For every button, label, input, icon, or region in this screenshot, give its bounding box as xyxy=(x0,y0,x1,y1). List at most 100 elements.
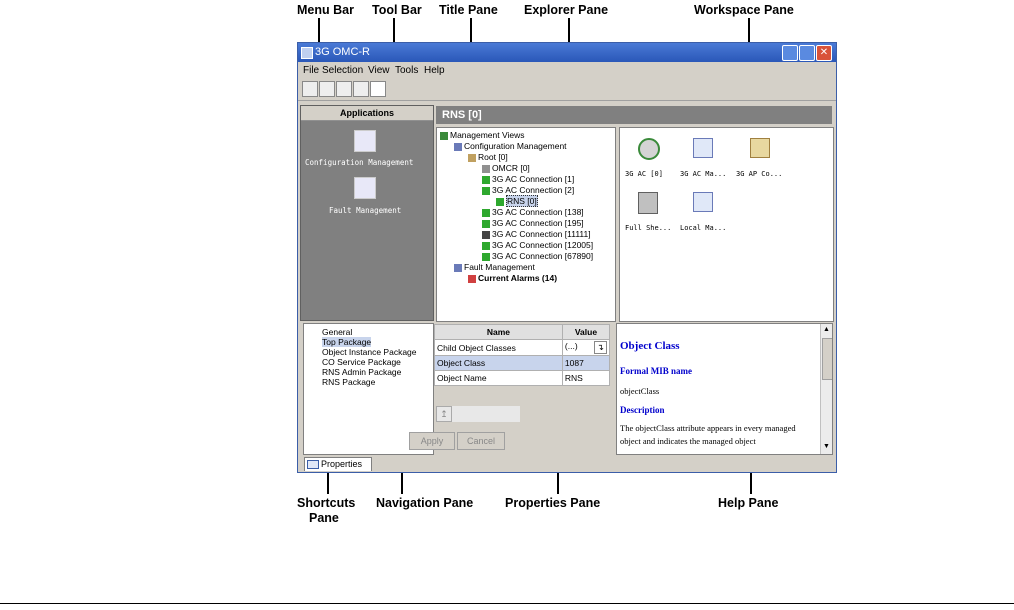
callout-workspace-pane: Workspace Pane xyxy=(694,3,794,17)
workspace-item-3g-ap-co[interactable]: 3G AP Co... xyxy=(736,170,782,178)
menu-tools[interactable]: Tools xyxy=(395,65,418,76)
property-value[interactable]: RNS xyxy=(561,370,611,386)
workspace-pane: 3G AC [0] 3G AC Ma... 3G AP Co... Full S… xyxy=(619,127,834,322)
shortcut-configuration-management[interactable]: Configuration Management xyxy=(305,158,413,167)
fault-icon xyxy=(454,263,462,272)
property-value[interactable]: 1087 xyxy=(561,355,611,371)
full-shelf-icon[interactable] xyxy=(638,192,658,214)
tab-properties-label: Properties xyxy=(321,459,363,469)
rns-icon xyxy=(496,197,504,206)
property-value[interactable]: (...) ↴ xyxy=(561,339,611,356)
tree-node-rns[interactable]: RNS [0] xyxy=(496,195,538,207)
tool-document-icon[interactable] xyxy=(336,81,352,97)
configuration-icon xyxy=(454,142,462,151)
up-arrow-icon[interactable]: ↥ xyxy=(436,406,452,422)
tree-node-configuration-management[interactable]: Configuration Management xyxy=(454,141,567,151)
help-title: Object Class xyxy=(620,340,680,352)
root-icon xyxy=(468,153,476,162)
callout-explorer-pane: Explorer Pane xyxy=(524,3,609,17)
omcr-icon xyxy=(482,164,490,173)
bottom-rule xyxy=(0,603,1014,604)
tree-node-current-alarms[interactable]: Current Alarms (14) xyxy=(468,273,557,283)
tree-node-3g-ac-12005[interactable]: 3G AC Connection [12005] xyxy=(482,240,593,250)
help-scrollbar[interactable]: ▲ ▼ xyxy=(820,324,832,454)
nav-item-co-service-package[interactable]: CO Service Package xyxy=(322,357,401,367)
menu-bar: File Selection View Tools Help xyxy=(298,62,836,78)
tree-node-3g-ac-138[interactable]: 3G AC Connection [138] xyxy=(482,207,584,217)
tree-node-3g-ac-195[interactable]: 3G AC Connection [195] xyxy=(482,218,584,228)
alarm-icon xyxy=(468,274,476,283)
3g-ac-icon[interactable] xyxy=(638,138,660,160)
edit-arrow-icon[interactable]: ↴ xyxy=(593,341,607,354)
properties-tab-icon xyxy=(307,460,319,470)
tree-node-root[interactable]: Root [0] xyxy=(468,152,508,162)
menu-selection[interactable]: Selection xyxy=(322,65,363,76)
help-formal-value: objectClass xyxy=(620,386,660,396)
callout-navigation-pane: Navigation Pane xyxy=(376,496,474,510)
3g-ac-manager-icon[interactable] xyxy=(693,138,713,158)
scrollbar-thumb[interactable] xyxy=(822,338,832,380)
workspace-item-local-ma[interactable]: Local Ma... xyxy=(680,224,726,232)
tool-view-icon[interactable] xyxy=(319,81,335,97)
shortcuts-pane: Applications Configuration Management Fa… xyxy=(300,105,434,321)
table-row[interactable]: Child Object Classes (...) ↴ xyxy=(434,339,611,356)
property-editor-area xyxy=(452,406,520,422)
nav-item-object-instance-package[interactable]: Object Instance Package xyxy=(322,347,417,357)
column-header-name[interactable]: Name xyxy=(434,324,563,340)
scroll-down-icon[interactable]: ▼ xyxy=(822,442,831,451)
app-icon xyxy=(301,47,313,59)
workspace-item-3g-ac-ma[interactable]: 3G AC Ma... xyxy=(680,170,726,178)
app-window: 3G OMC-R ✕ File Selection View Tools Hel… xyxy=(297,42,837,473)
workspace-item-full-she[interactable]: Full She... xyxy=(625,224,671,232)
connection-icon xyxy=(482,208,490,217)
column-header-value[interactable]: Value xyxy=(561,324,611,340)
menu-file[interactable]: File xyxy=(303,65,319,76)
help-description-heading: Description xyxy=(620,405,665,415)
tab-properties[interactable]: Properties xyxy=(304,457,372,471)
tree-node-3g-ac-11111[interactable]: 3G AC Connection [11111] xyxy=(482,229,591,239)
connection-icon xyxy=(482,230,490,239)
table-row[interactable]: Object Class 1087 xyxy=(434,355,611,371)
help-pane: Object Class Formal MIB name objectClass… xyxy=(616,323,833,455)
callout-properties-pane: Properties Pane xyxy=(505,496,601,510)
tree-node-3g-ac-67890[interactable]: 3G AC Connection [67890] xyxy=(482,251,593,261)
callout-title-pane: Title Pane xyxy=(439,3,498,17)
cancel-button[interactable]: Cancel xyxy=(457,432,505,450)
scroll-up-icon[interactable]: ▲ xyxy=(822,325,831,334)
property-name: Child Object Classes xyxy=(434,339,563,356)
nav-item-rns-package[interactable]: RNS Package xyxy=(322,377,375,387)
shortcut-fault-management[interactable]: Fault Management xyxy=(329,206,401,215)
title-pane: RNS [0] xyxy=(436,106,832,124)
apply-button[interactable]: Apply xyxy=(409,432,455,450)
minimize-icon[interactable] xyxy=(782,45,798,61)
callout-menu-bar: Menu Bar xyxy=(297,3,354,17)
tree-node-3g-ac-1[interactable]: 3G AC Connection [1] xyxy=(482,174,574,184)
table-row[interactable]: Object Name RNS xyxy=(434,370,611,386)
close-icon[interactable]: ✕ xyxy=(816,45,832,61)
callout-help-pane: Help Pane xyxy=(718,496,779,510)
fault-management-icon[interactable] xyxy=(354,177,376,199)
tool-open-icon[interactable] xyxy=(302,81,318,97)
tree-node-3g-ac-2[interactable]: 3G AC Connection [2] xyxy=(482,185,574,195)
tool-list-icon[interactable] xyxy=(353,81,369,97)
tool-bar xyxy=(298,78,836,101)
local-manager-icon[interactable] xyxy=(693,192,713,212)
connection-icon xyxy=(482,241,490,250)
workspace-item-3g-ac[interactable]: 3G AC [0] xyxy=(625,170,663,178)
maximize-icon[interactable] xyxy=(799,45,815,61)
tree-node-management-views[interactable]: Management Views xyxy=(440,130,525,140)
nav-item-rns-admin-package[interactable]: RNS Admin Package xyxy=(322,367,401,377)
tree-node-fault-management[interactable]: Fault Management xyxy=(454,262,535,272)
help-description-text: The objectClass attribute appears in eve… xyxy=(620,423,796,446)
management-views-icon xyxy=(440,131,448,140)
nav-item-general[interactable]: General xyxy=(322,327,352,337)
menu-view[interactable]: View xyxy=(368,65,390,76)
configuration-management-icon[interactable] xyxy=(354,130,376,152)
3g-ap-config-icon[interactable] xyxy=(750,138,770,158)
property-name: Object Class xyxy=(434,355,563,371)
nav-item-top-package[interactable]: Top Package xyxy=(322,337,372,347)
tool-window-icon[interactable] xyxy=(370,81,386,97)
tree-node-omcr[interactable]: OMCR [0] xyxy=(482,163,530,173)
applications-header: Applications xyxy=(301,106,433,121)
menu-help[interactable]: Help xyxy=(424,65,445,76)
